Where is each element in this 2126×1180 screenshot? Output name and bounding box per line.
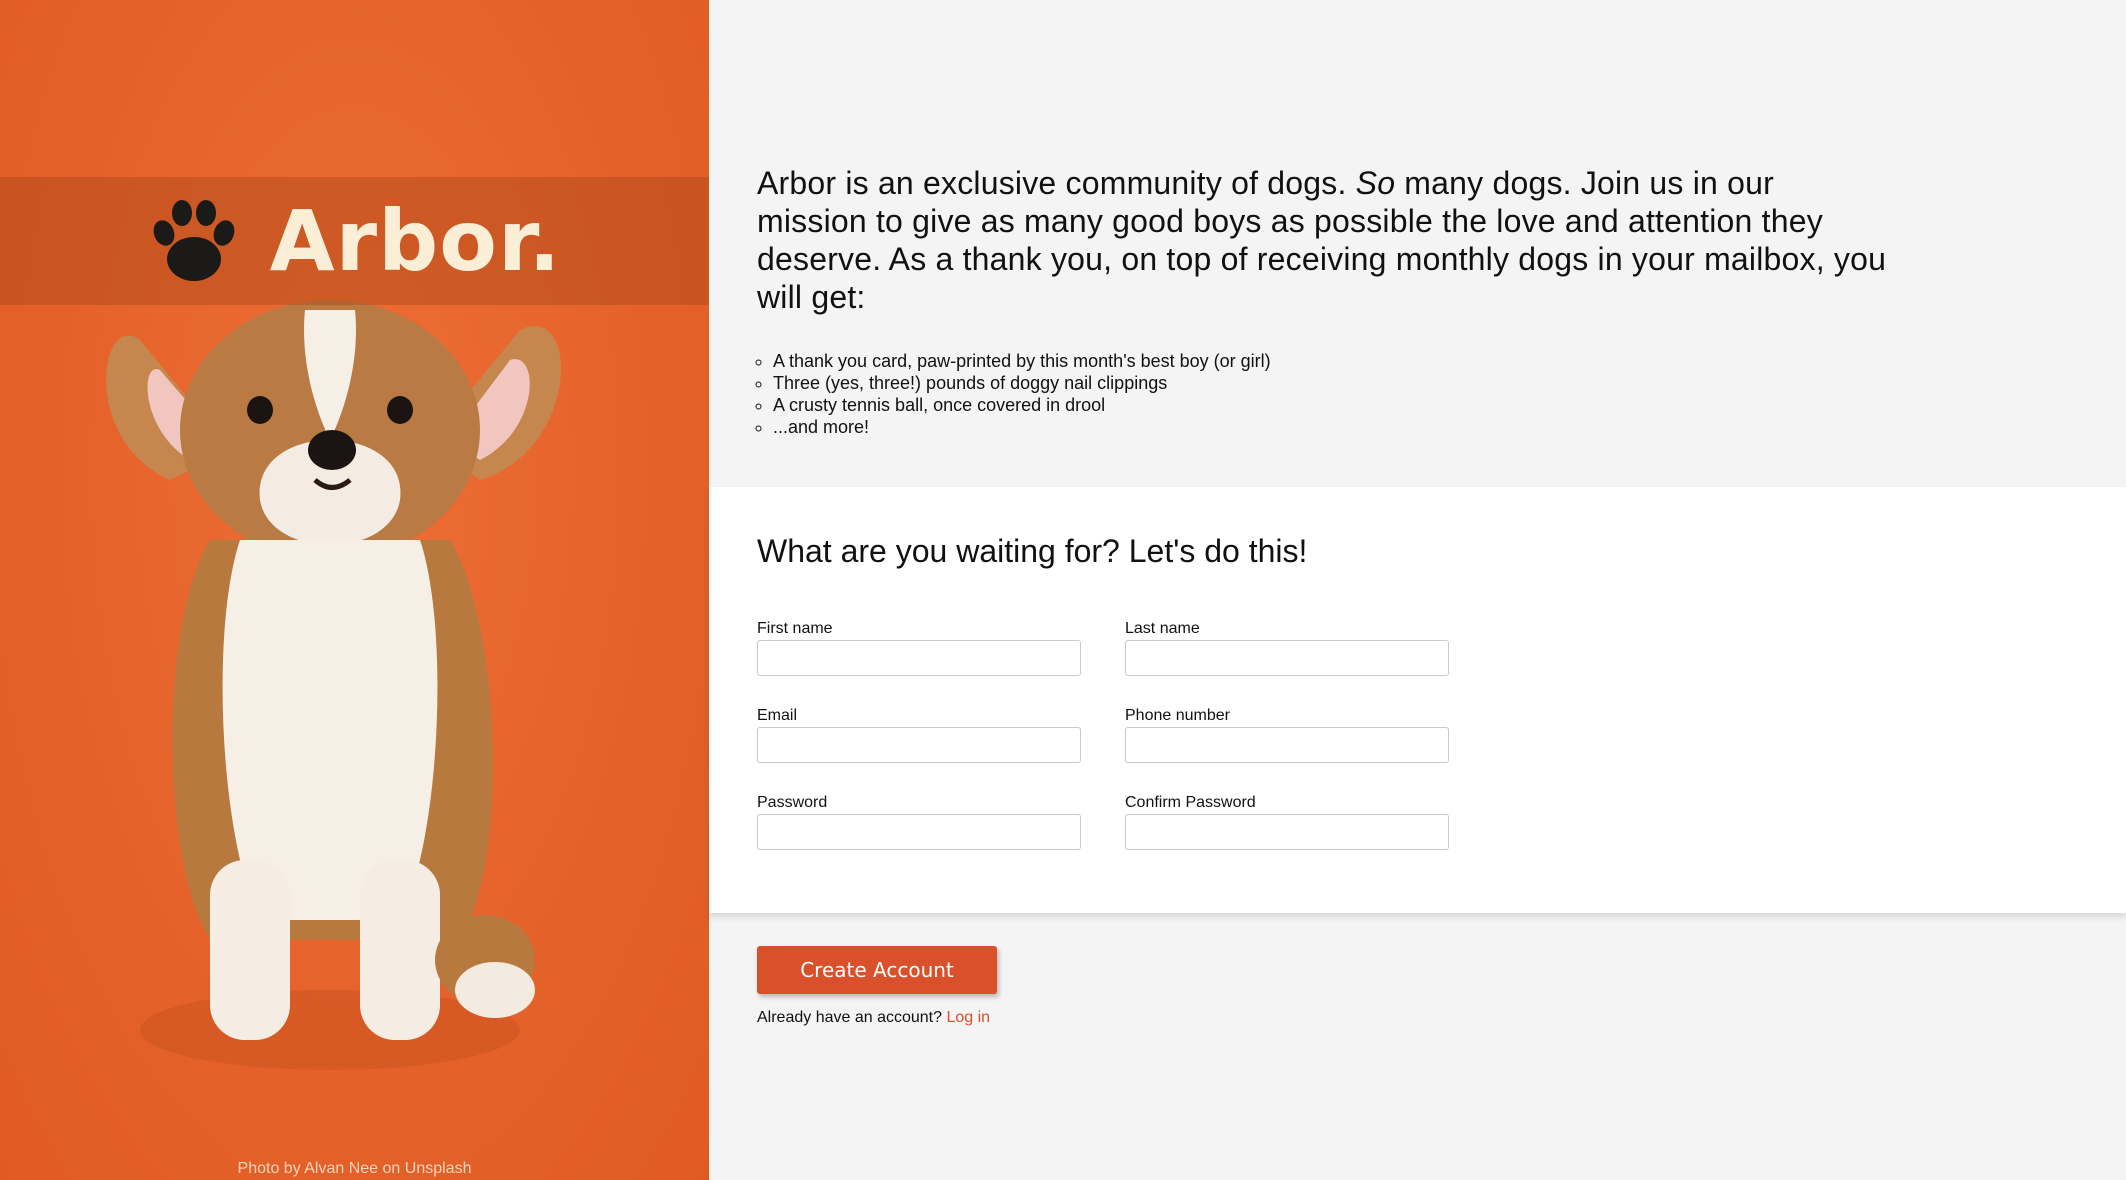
password-group: Password	[757, 794, 1081, 850]
create-account-button[interactable]: Create Account	[757, 946, 997, 994]
list-item: Three (yes, three!) pounds of doggy nail…	[773, 372, 1271, 394]
confirm-password-input[interactable]	[1125, 814, 1449, 850]
last-name-group: Last name	[1125, 620, 1449, 676]
intro-text: Arbor is an exclusive community of dogs.…	[757, 164, 1887, 316]
hero-panel: Arbor. Photo by Alvan Nee on Unsplash	[0, 0, 709, 1180]
brand-banner: Arbor.	[0, 177, 709, 305]
first-name-input[interactable]	[757, 640, 1081, 676]
phone-input[interactable]	[1125, 727, 1449, 763]
confirm-password-label: Confirm Password	[1125, 794, 1256, 811]
last-name-label: Last name	[1125, 620, 1200, 637]
password-input[interactable]	[757, 814, 1081, 850]
confirm-password-group: Confirm Password	[1125, 794, 1449, 850]
password-label: Password	[757, 794, 828, 811]
list-item: A thank you card, paw-printed by this mo…	[773, 350, 1271, 372]
phone-label: Phone number	[1125, 707, 1230, 724]
phone-group: Phone number	[1125, 707, 1449, 763]
login-link[interactable]: Log in	[946, 1009, 990, 1026]
intro-emphasis: So	[1355, 165, 1396, 201]
perks-list: A thank you card, paw-printed by this mo…	[757, 350, 1271, 438]
signup-form: What are you waiting for? Let's do this!…	[709, 487, 2126, 913]
list-item: A crusty tennis ball, once covered in dr…	[773, 394, 1271, 416]
email-input[interactable]	[757, 727, 1081, 763]
signup-content: Arbor is an exclusive community of dogs.…	[709, 0, 2126, 1180]
email-label: Email	[757, 707, 798, 724]
last-name-input[interactable]	[1125, 640, 1449, 676]
first-name-label: First name	[757, 620, 833, 637]
paw-icon	[153, 200, 235, 281]
intro-text-start: Arbor is an exclusive community of dogs.	[757, 165, 1356, 201]
dog-photo	[106, 300, 561, 1070]
email-group: Email	[757, 707, 1081, 763]
list-item: ...and more!	[773, 416, 1271, 438]
first-name-group: First name	[757, 620, 1081, 676]
photo-credit: Photo by Alvan Nee on Unsplash	[237, 1160, 472, 1177]
login-prompt-text: Already have an account?	[757, 1009, 943, 1026]
brand-logo: Arbor.	[269, 192, 562, 290]
form-title: What are you waiting for? Let's do this!	[757, 533, 1308, 569]
login-prompt: Already have an account? Log in	[757, 1009, 990, 1027]
